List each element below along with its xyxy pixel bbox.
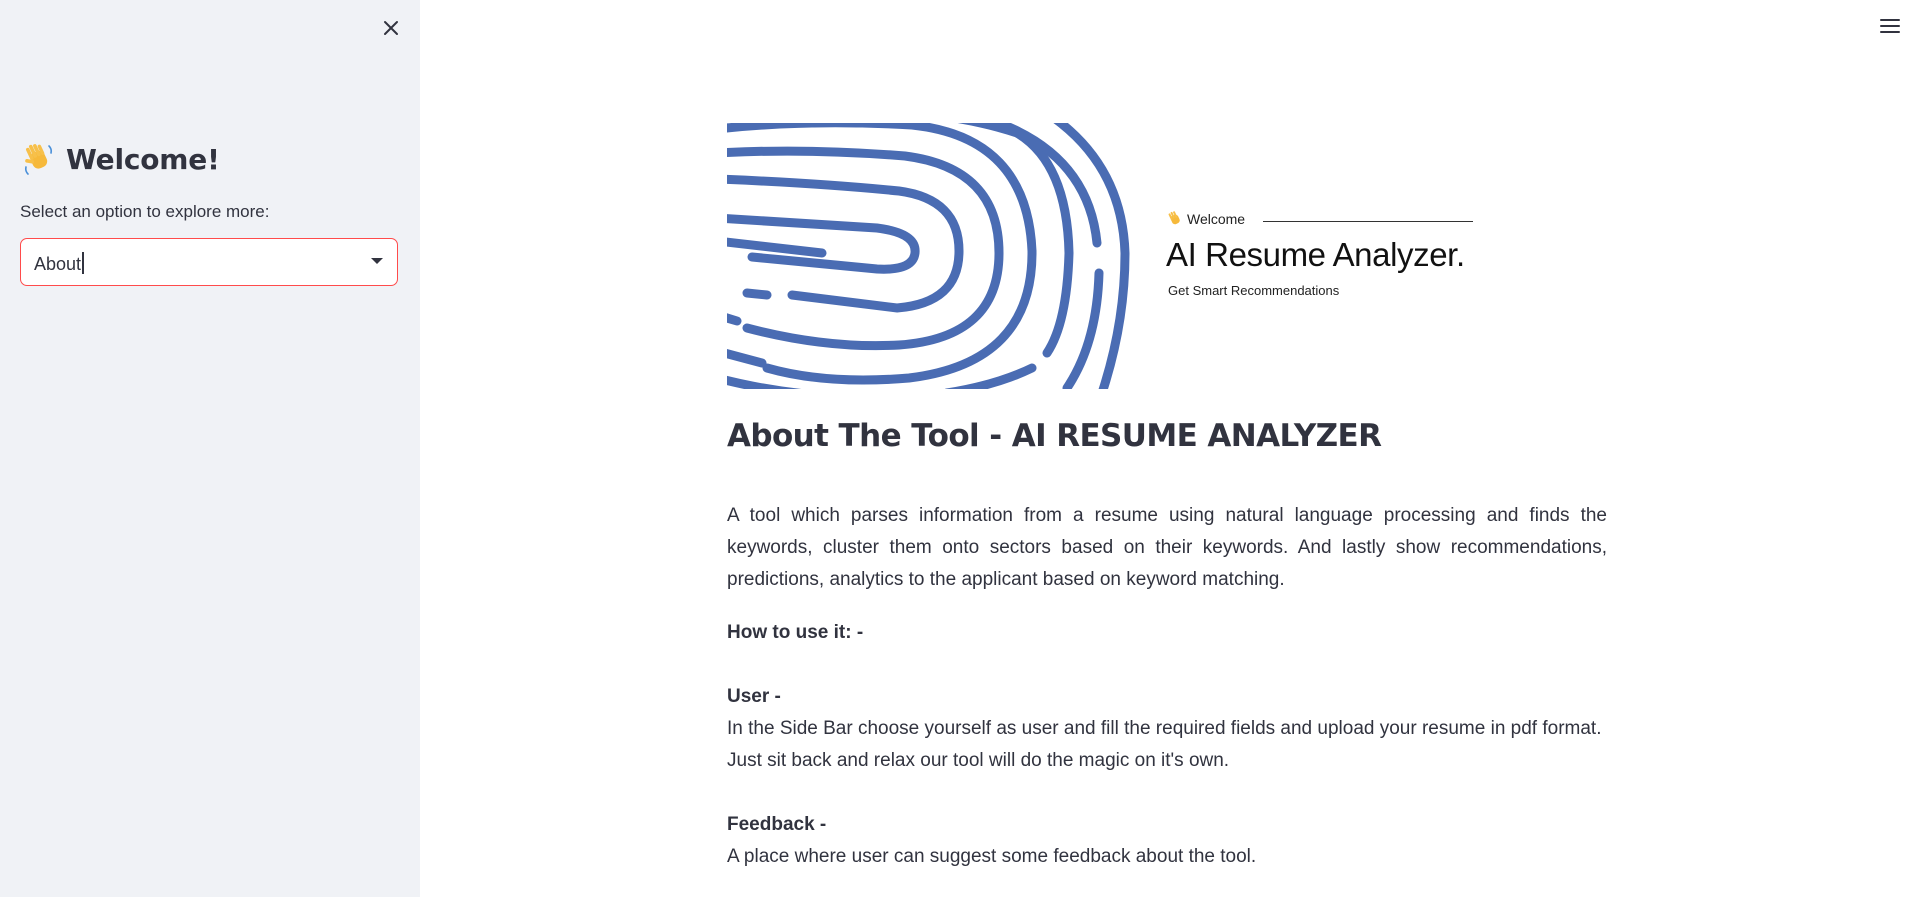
select-value: About: [34, 254, 82, 274]
feedback-description: A place where user can suggest some feed…: [727, 846, 1257, 867]
hamburger-menu-icon: [1880, 19, 1900, 33]
banner-divider: [1263, 221, 1473, 222]
user-heading: User -: [727, 686, 781, 707]
waving-hand-icon: [1168, 211, 1180, 225]
waving-hand-icon: [24, 144, 53, 175]
user-instruction-2: Just sit back and relax our tool will do…: [727, 750, 1230, 771]
select-value-wrapper: About: [34, 252, 84, 275]
sidebar-welcome-heading: Welcome!: [22, 142, 220, 176]
intro-paragraph: A tool which parses information from a r…: [727, 505, 1607, 590]
sidebar: Welcome! Select an option to explore mor…: [0, 0, 420, 897]
user-instruction-1: In the Side Bar choose yourself as user …: [727, 718, 1602, 739]
banner-welcome: Welcome: [1167, 211, 1245, 227]
main-menu-button[interactable]: [1878, 16, 1902, 36]
text-caret: [82, 252, 84, 274]
banner-title: AI Resume Analyzer.: [1166, 236, 1465, 273]
feedback-heading: Feedback -: [727, 814, 827, 835]
option-select[interactable]: About: [20, 238, 398, 286]
banner-subtitle: Get Smart Recommendations: [1168, 283, 1340, 298]
page-title: About The Tool - AI RESUME ANALYZER: [727, 418, 1382, 454]
how-to-heading: How to use it: -: [727, 622, 864, 643]
app-root: Welcome! Select an option to explore mor…: [0, 0, 1919, 897]
close-icon: [384, 21, 398, 35]
welcome-title: Welcome!: [66, 142, 220, 176]
dropdown-arrow-icon[interactable]: [371, 258, 383, 264]
banner-welcome-text: Welcome: [1187, 211, 1246, 227]
select-label: Select an option to explore more:: [20, 202, 270, 221]
close-sidebar-button[interactable]: [377, 14, 405, 42]
